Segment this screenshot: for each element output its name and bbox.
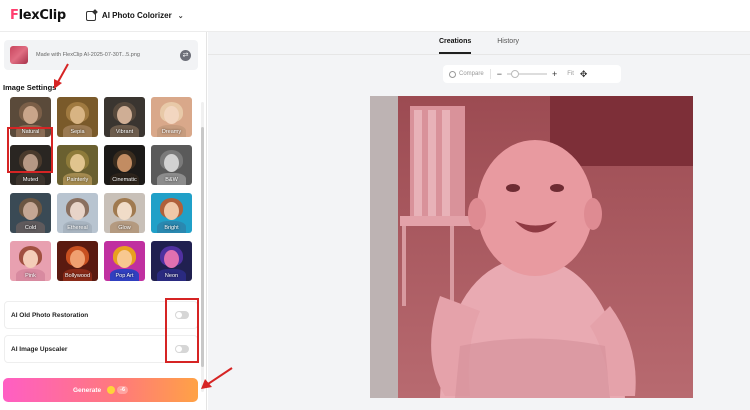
style-tile-dreamy[interactable]: Dreamy <box>151 97 192 137</box>
style-preview-face <box>23 250 38 268</box>
style-tile-neon[interactable]: Neon <box>151 241 192 281</box>
style-tile-label: Cinematic <box>112 177 137 183</box>
restoration-switch[interactable] <box>175 311 189 319</box>
style-tile-muted[interactable]: Muted <box>10 145 51 185</box>
zoom-in-button[interactable]: + <box>552 69 557 79</box>
tab-history[interactable]: History <box>497 32 519 54</box>
style-tile-pink[interactable]: Pink <box>10 241 51 281</box>
style-tile-painterly[interactable]: Painterly <box>57 145 98 185</box>
style-preview-face <box>23 202 38 220</box>
credit-coin-icon <box>107 386 116 394</box>
style-tile-natural[interactable]: Natural <box>9 96 52 138</box>
compare-button[interactable]: Compare <box>449 70 484 78</box>
fit-button[interactable]: Fit <box>567 71 574 77</box>
style-preview-face <box>164 154 179 172</box>
file-name: Made with FlexClip AI-2025-07-30T...5.pn… <box>36 52 140 58</box>
style-tile-label: Vibrant <box>115 129 134 135</box>
settings-panel: Made with FlexClip AI-2025-07-30T...5.pn… <box>0 32 207 410</box>
style-tile-label: Pink <box>25 273 36 279</box>
zoom-slider-knob[interactable] <box>510 70 519 78</box>
style-preview-face <box>23 106 38 124</box>
replace-image-button[interactable]: ⇄ <box>180 49 191 61</box>
baby-photo-image <box>370 96 693 398</box>
style-tile-cold[interactable]: Cold <box>10 193 51 233</box>
style-tile-sepia[interactable]: Sepia <box>57 97 98 137</box>
style-tile-cinematic[interactable]: Cinematic <box>104 145 145 185</box>
tool-switcher-dropdown[interactable]: AI Photo Colorizer ⌄ <box>85 10 184 21</box>
style-tile-label: Bright <box>164 225 179 231</box>
style-tile-label: Dreamy <box>161 129 182 135</box>
scrollbar-thumb[interactable] <box>201 127 204 367</box>
style-preview-face <box>70 202 85 220</box>
style-tile-b-w[interactable]: B&W <box>151 145 192 185</box>
style-tile-label: Glow <box>118 225 131 231</box>
preview-panel: Creations History Compare − + Fit ✥ <box>208 32 750 410</box>
style-tile-ethereal[interactable]: Ethereal <box>57 193 98 233</box>
style-preview-face <box>164 106 179 124</box>
style-tile-label: Painterly <box>66 177 89 183</box>
style-tile-label: Neon <box>164 273 179 279</box>
style-preview-face <box>117 106 132 124</box>
generate-button[interactable]: Generate -6 <box>3 378 198 402</box>
zoom-slider[interactable] <box>506 70 547 78</box>
app-header: FlexClip AI Photo Colorizer ⌄ <box>0 0 750 32</box>
compare-icon <box>449 70 456 78</box>
style-tile-glow[interactable]: Glow <box>104 193 145 233</box>
style-tile-label: Muted <box>22 177 39 183</box>
style-tile-bright[interactable]: Bright <box>151 193 192 233</box>
style-preview-face <box>70 250 85 268</box>
restoration-label: AI Old Photo Restoration <box>11 311 89 319</box>
tab-creations[interactable]: Creations <box>438 32 472 54</box>
toggle-row-restoration: AI Old Photo Restoration <box>4 301 198 329</box>
logo-initial: F <box>10 8 19 23</box>
style-preview-face <box>70 154 85 172</box>
style-tile-bollywood[interactable]: Bollywood <box>57 241 98 281</box>
tool-name: AI Photo Colorizer <box>101 11 172 20</box>
style-tile-label: B&W <box>165 177 178 183</box>
credit-cost: -6 <box>117 386 129 394</box>
generate-label: Generate <box>72 386 102 394</box>
style-tile-label: Cold <box>24 225 37 231</box>
result-tabs: Creations History <box>208 32 750 54</box>
move-icon[interactable]: ✥ <box>580 69 588 80</box>
style-preview-face <box>117 202 132 220</box>
logo-text: lexClip <box>18 8 67 23</box>
zoom-out-button[interactable]: − <box>497 69 502 79</box>
chevron-down-icon: ⌄ <box>177 12 184 20</box>
zoom-toolbar: Compare − + Fit ✥ <box>443 65 621 83</box>
style-tile-label: Bollywood <box>64 273 91 279</box>
style-tile-label: Natural <box>21 129 40 135</box>
tabs-divider <box>208 54 750 55</box>
style-tile-label: Ethereal <box>67 225 88 231</box>
style-tile-pop-art[interactable]: Pop Art <box>104 241 145 281</box>
upscaler-label: AI Image Upscaler <box>11 345 68 353</box>
edit-icon <box>85 10 96 21</box>
style-preview-face <box>117 154 132 172</box>
style-preview-face <box>23 154 38 172</box>
style-preview-face <box>164 250 179 268</box>
photo-preview <box>370 96 693 398</box>
toolbar-divider <box>489 69 491 79</box>
style-preview-face <box>164 202 179 220</box>
image-settings-title: Image Settings <box>3 83 57 92</box>
file-thumbnail <box>10 46 28 64</box>
style-tile-label: Pop Art <box>115 273 134 279</box>
upscaler-switch[interactable] <box>175 345 189 353</box>
style-tile-label: Sepia <box>70 129 85 135</box>
compare-label: Compare <box>459 71 484 77</box>
style-preview-face <box>117 250 132 268</box>
flexclip-logo[interactable]: FlexClip <box>10 8 66 23</box>
style-tile-vibrant[interactable]: Vibrant <box>104 97 145 137</box>
toggle-row-upscaler: AI Image Upscaler <box>4 335 198 363</box>
uploaded-file-card: Made with FlexClip AI-2025-07-30T...5.pn… <box>4 40 198 70</box>
style-preview-face <box>70 106 85 124</box>
